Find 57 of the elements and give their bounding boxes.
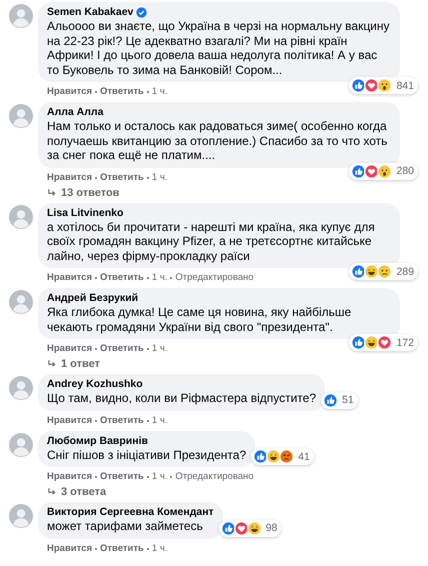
edited-label: Отредактировано <box>175 272 254 284</box>
view-replies-link[interactable]: 1 ответ <box>61 358 100 370</box>
reply-arrow-icon <box>47 359 57 369</box>
timestamp[interactable]: 1 ч. <box>152 471 168 483</box>
comment-text: Нам только и осталось как радоваться зиме( особенно когда получаешь квитанцию за отопление.) Спасибо за то что хоть за снег пока ещё не платим.... <box>47 119 388 162</box>
reply-link[interactable]: Ответить <box>100 414 144 426</box>
timestamp[interactable]: 1 ч. <box>152 272 168 284</box>
reply-arrow-icon <box>47 487 57 497</box>
author-name[interactable]: Алла Алла <box>47 106 104 119</box>
avatar <box>9 204 33 228</box>
author-name[interactable]: Андрей Безрукий <box>47 292 138 305</box>
reaction-count: 51 <box>342 394 354 406</box>
timestamp[interactable]: 1 ч. <box>152 172 168 184</box>
view-replies-link[interactable]: 13 ответов <box>61 186 120 198</box>
timestamp[interactable]: 1 ч. <box>152 542 168 554</box>
comment-text: Сніг пішов з ініціативи Президента? <box>47 448 246 462</box>
reply-link[interactable]: Ответить <box>100 542 144 554</box>
reply-link[interactable]: Ответить <box>100 86 144 98</box>
comment-text: Яка глибока думка! Це саме ця новина, яку найбільше чекають громадяни України від свого "президента". <box>47 305 352 334</box>
comment-text: Альоооо ви знаєте, що Україна в черзі на нормальну вакцину на 22-23 рік!? Це адекватно взагалі? Ми на рівні країн Африки! І до цього довела ваша недолуга політика! А у вас то Буковель то зима на Банковій! Сором... <box>47 19 391 77</box>
avatar <box>9 432 33 456</box>
reaction-count: 841 <box>396 80 414 92</box>
avatar <box>9 290 33 314</box>
timestamp[interactable]: 1 ч. <box>152 343 168 355</box>
reaction-count: 289 <box>396 266 414 278</box>
like-link[interactable]: Нравится <box>47 172 92 184</box>
reaction-count: 172 <box>396 336 414 348</box>
view-replies-link[interactable]: 3 ответа <box>61 486 106 498</box>
reply-link[interactable]: Ответить <box>100 272 144 284</box>
reaction-count: 98 <box>266 522 278 534</box>
author-name[interactable]: Lisa Litvinenko <box>47 206 124 220</box>
like-link[interactable]: Нравится <box>47 343 92 355</box>
comment-text: а хотілось би прочитати - нарешті ми країна, яка купує для своїх громадян вакцину Pfizer, а не третєсортнє китайське лайно, через фірму-прокладку раїси <box>47 220 376 263</box>
reaction-count: 280 <box>396 165 414 177</box>
reply-link[interactable]: Ответить <box>100 471 144 483</box>
avatar <box>9 104 33 128</box>
author-name[interactable]: Andrey Kozhushko <box>47 378 143 391</box>
like-link[interactable]: Нравится <box>47 414 92 426</box>
reply-link[interactable]: Ответить <box>100 172 144 184</box>
edited-label: Отредактировано <box>175 471 254 483</box>
reply-link[interactable]: Ответить <box>100 343 144 355</box>
like-link[interactable]: Нравится <box>47 471 92 483</box>
timestamp[interactable]: 1 ч. <box>152 86 168 98</box>
author-name[interactable]: Любомир Вавринів <box>47 434 148 448</box>
timestamp[interactable]: 1 ч. <box>152 414 168 426</box>
avatar <box>9 376 33 400</box>
author-name[interactable]: Виктория Сергеевна Комендант <box>47 506 214 519</box>
avatar <box>9 4 33 28</box>
like-link[interactable]: Нравится <box>47 542 92 554</box>
comment-text: может тарифами займетесь <box>47 519 204 534</box>
avatar <box>9 504 33 528</box>
like-link[interactable]: Нравится <box>47 86 92 98</box>
comment-text: Що там, видно, коли ви Рiфмастера вiдпустите? <box>47 391 316 406</box>
reaction-count: 41 <box>298 450 310 462</box>
reply-arrow-icon <box>47 188 57 198</box>
like-link[interactable]: Нравится <box>47 272 92 284</box>
author-name[interactable]: Semen Kabakaev <box>47 6 134 19</box>
